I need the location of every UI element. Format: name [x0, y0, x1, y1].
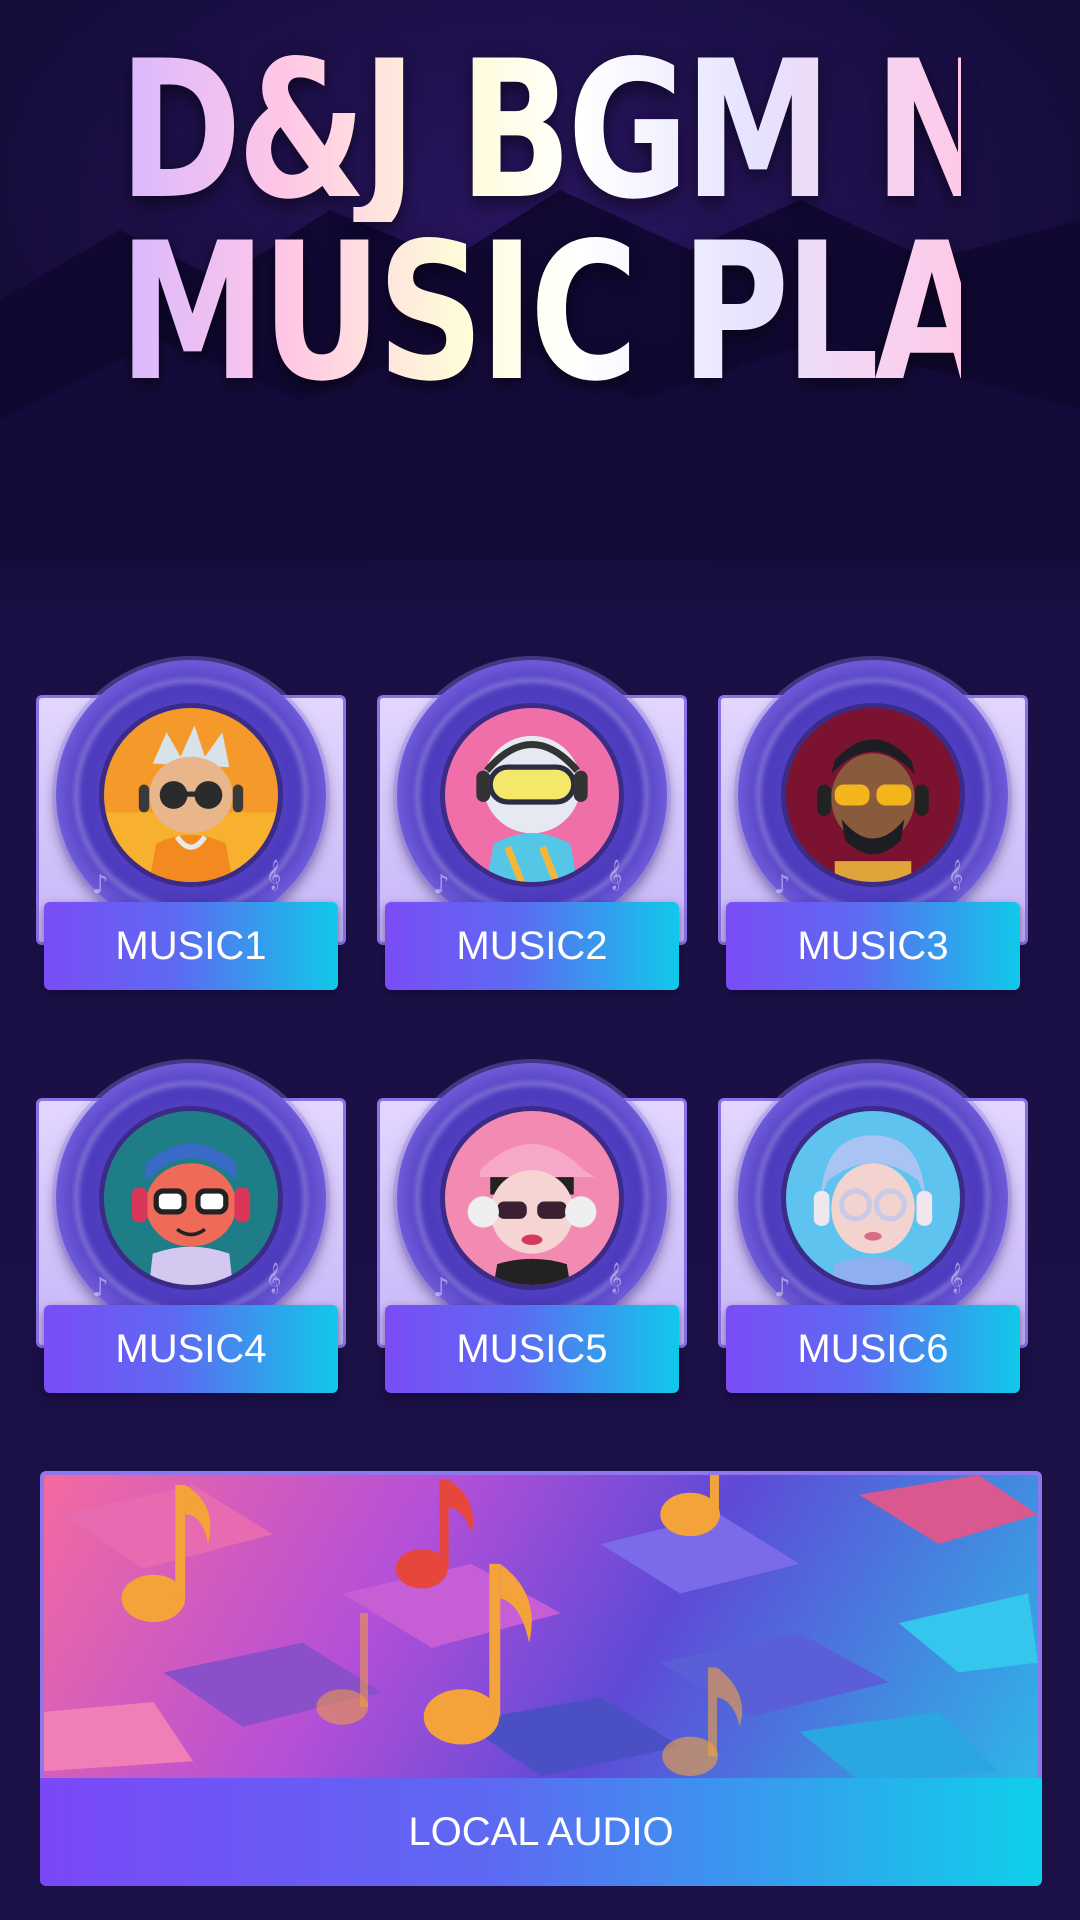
- music-card-4[interactable]: ♪ 𝄞 MUSIC4: [36, 1063, 346, 1393]
- vinyl-disc-icon: ♪ 𝄞: [56, 660, 326, 930]
- music-card-6[interactable]: ♪ 𝄞 MUSIC6: [718, 1063, 1028, 1393]
- music-notes-artwork: [40, 1471, 1042, 1781]
- music-card-3[interactable]: ♪ 𝄞 MUSIC3: [718, 660, 1028, 990]
- dj-avatar-image: [99, 1106, 283, 1290]
- dj-avatar-image: [99, 703, 283, 887]
- dj-avatar-image: [440, 703, 624, 887]
- music-note-icon: ♪: [774, 1273, 791, 1303]
- local-audio-label: LOCAL AUDIO: [40, 1778, 1042, 1886]
- title-line-1: D&J BGM NOTES: [118, 20, 1080, 241]
- music-card-label: MUSIC2: [385, 902, 679, 990]
- dj-avatar-image: [440, 1106, 624, 1290]
- music-note-icon: ♪: [433, 1273, 450, 1303]
- treble-clef-icon: 𝄞: [948, 1263, 964, 1293]
- music-card-label: MUSIC6: [726, 1305, 1020, 1393]
- local-audio-button[interactable]: LOCAL AUDIO: [40, 1471, 1042, 1886]
- treble-clef-icon: 𝄞: [266, 860, 282, 890]
- treble-clef-icon: 𝄞: [607, 860, 623, 890]
- vinyl-disc-icon: ♪ 𝄞: [738, 1063, 1008, 1333]
- music-card-label: MUSIC5: [385, 1305, 679, 1393]
- music-card-5[interactable]: ♪ 𝄞 MUSIC5: [377, 1063, 687, 1393]
- music-card-label: MUSIC1: [44, 902, 338, 990]
- music-note-icon: ♪: [433, 870, 450, 900]
- music-card-1[interactable]: ♪ 𝄞 MUSIC1: [36, 660, 346, 990]
- title-line-2: MUSIC PLAYER: [118, 202, 1080, 423]
- dj-avatar-image: [781, 703, 965, 887]
- app-title: D&J BGM NOTES MUSIC PLAYER: [0, 20, 1080, 423]
- treble-clef-icon: 𝄞: [948, 860, 964, 890]
- treble-clef-icon: 𝄞: [266, 1263, 282, 1293]
- treble-clef-icon: 𝄞: [607, 1263, 623, 1293]
- music-note-icon: ♪: [92, 870, 109, 900]
- music-card-2[interactable]: ♪ 𝄞 MUSIC2: [377, 660, 687, 990]
- music-player-home: D&J BGM NOTES MUSIC PLAYER ♪ 𝄞: [0, 0, 1080, 1920]
- music-note-icon: ♪: [92, 1273, 109, 1303]
- vinyl-disc-icon: ♪ 𝄞: [738, 660, 1008, 930]
- dj-avatar-image: [781, 1106, 965, 1290]
- vinyl-disc-icon: ♪ 𝄞: [397, 1063, 667, 1333]
- music-note-icon: ♪: [774, 870, 791, 900]
- music-card-label: MUSIC3: [726, 902, 1020, 990]
- vinyl-disc-icon: ♪ 𝄞: [56, 1063, 326, 1333]
- music-card-label: MUSIC4: [44, 1305, 338, 1393]
- vinyl-disc-icon: ♪ 𝄞: [397, 660, 667, 930]
